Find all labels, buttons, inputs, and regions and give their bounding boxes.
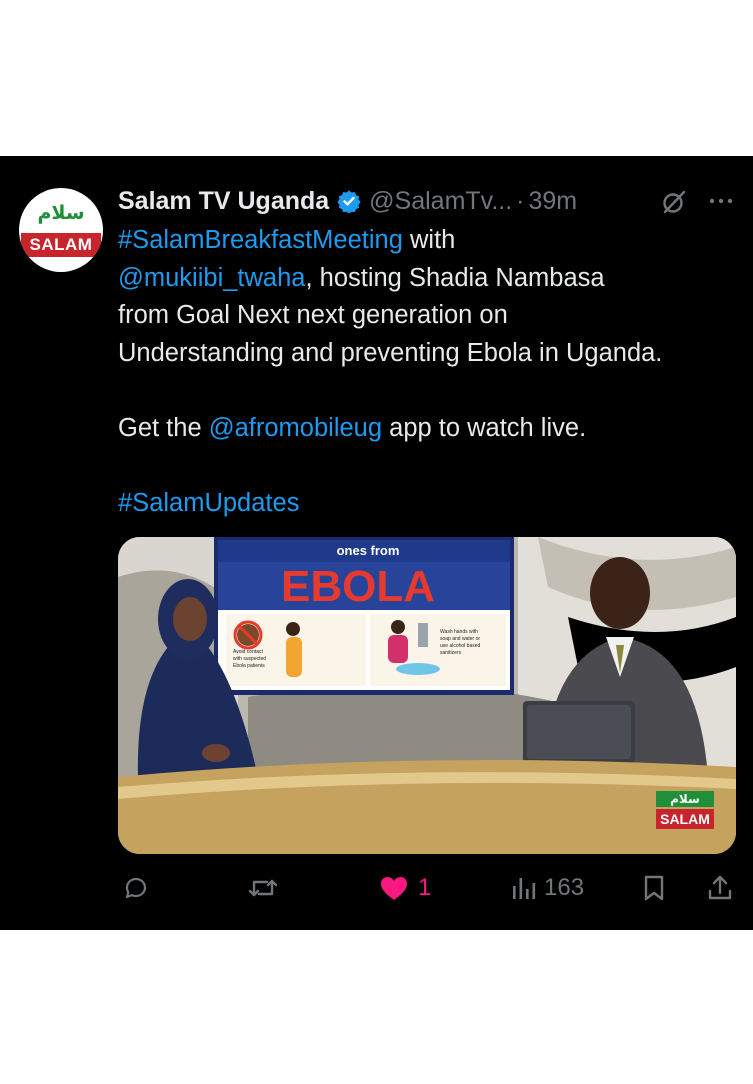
tweet-text-fragment: Get the (118, 413, 209, 442)
studio-image: ones from EBOLA Avoid contact with suspe… (118, 537, 736, 854)
hashtag-salam-breakfast-meeting[interactable]: #SalamBreakfastMeeting (118, 226, 403, 254)
views-icon (511, 873, 537, 903)
tweet-media[interactable]: ones from EBOLA Avoid contact with suspe… (118, 537, 736, 854)
heart-icon (378, 873, 410, 903)
verified-badge-icon (337, 189, 361, 214)
reply-button[interactable] (121, 862, 151, 914)
svg-text:use alcohol based: use alcohol based (440, 643, 481, 649)
svg-text:soap and water or: soap and water or (440, 636, 480, 642)
watermark-arabic: سلام (670, 792, 700, 807)
watermark-label: SALAM (660, 811, 710, 827)
hashtag-salam-updates[interactable]: #SalamUpdates (118, 489, 299, 517)
avatar-label: SALAM (21, 233, 101, 257)
tweet-text-line: Understanding and preventing Ebola in Ug… (118, 338, 663, 367)
separator-dot: · (516, 186, 525, 215)
handle[interactable]: @SalamTv... (369, 187, 512, 216)
reply-icon (121, 873, 151, 903)
screen-headline: EBOLA (281, 562, 435, 611)
like-count: 1 (418, 874, 432, 901)
bookmark-button[interactable] (640, 862, 668, 914)
share-button[interactable] (705, 862, 735, 914)
tweet-text-fragment: app to watch live. (382, 413, 587, 442)
bookmark-icon (640, 873, 668, 903)
mention-mukiibi-twaha[interactable]: @mukiibi_twaha (118, 264, 305, 292)
tweet-text-fragment: with (402, 226, 456, 254)
tweet-header: Salam TV Uganda @SalamTv... · 39m (118, 183, 748, 219)
tweet-text-line: from Goal Next next generation on (118, 301, 508, 329)
display-name[interactable]: Salam TV Uganda (118, 187, 329, 216)
tweet-actions: 1 163 (0, 862, 753, 914)
views-button[interactable]: 163 (511, 862, 584, 914)
like-button[interactable]: 1 (378, 862, 431, 914)
more-icon[interactable] (706, 187, 736, 215)
tweet-text: #SalamBreakfastMeeting with @mukiibi_twa… (118, 222, 743, 522)
svg-text:with suspected: with suspected (233, 656, 266, 662)
retweet-icon (246, 873, 280, 903)
tweet-text-fragment: , hosting Shadia Nambasa (305, 263, 605, 292)
grok-icon[interactable] (661, 189, 687, 215)
svg-text:Ebola patients: Ebola patients (233, 663, 265, 669)
share-icon (705, 873, 735, 903)
svg-text:sanitizers: sanitizers (440, 650, 462, 656)
svg-text:Wash hands with: Wash hands with (440, 629, 478, 635)
avatar[interactable]: سلام SALAM (19, 188, 103, 272)
timestamp[interactable]: 39m (529, 187, 578, 216)
retweet-button[interactable] (246, 862, 280, 914)
views-count: 163 (544, 874, 585, 901)
avatar-arabic-text: سلام (37, 202, 85, 224)
svg-text:Avoid contact: Avoid contact (233, 649, 264, 655)
mention-afromobileug[interactable]: @afromobileug (209, 414, 382, 442)
screen-caption: ones from (337, 543, 400, 558)
